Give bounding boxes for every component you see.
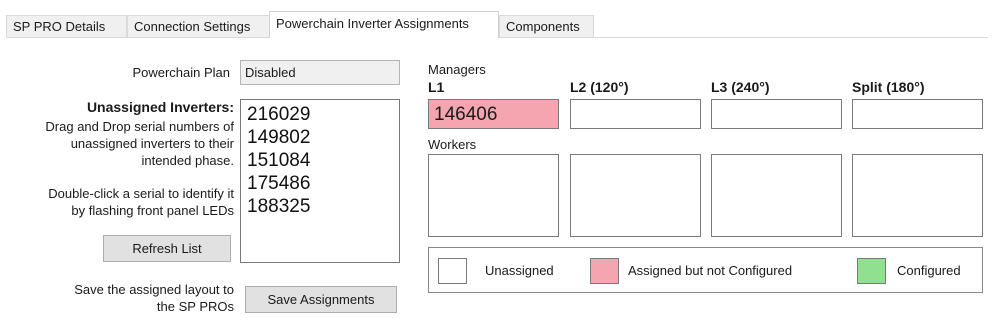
worker-slot-l2[interactable] — [570, 154, 701, 237]
legend-label-assigned-not-configured: Assigned but not Configured — [628, 263, 793, 278]
drag-drop-help-line-3: intended phase. — [141, 153, 234, 168]
manager-slot-split[interactable] — [852, 99, 983, 129]
tab-sp-pro-details[interactable]: SP PRO Details — [6, 15, 127, 37]
column-header-l3: L3 (240°) — [711, 79, 770, 95]
unassigned-inverters-title: Unassigned Inverters: — [86, 99, 234, 115]
list-item[interactable]: 216029 — [247, 104, 310, 126]
manager-slot-l3[interactable] — [711, 99, 842, 129]
worker-slot-l1[interactable] — [428, 154, 559, 237]
refresh-list-button[interactable]: Refresh List — [103, 235, 231, 262]
column-header-split: Split (180°) — [852, 79, 925, 95]
legend-label-configured: Configured — [897, 263, 961, 278]
list-item[interactable]: 149802 — [247, 127, 310, 149]
powerchain-plan-value: Disabled — [245, 65, 296, 80]
worker-slot-l3[interactable] — [711, 154, 842, 237]
manager-slot-l1[interactable]: 146406 — [428, 99, 559, 129]
identify-help-line-2: by flashing front panel LEDs — [71, 203, 234, 218]
manager-slot-l2[interactable] — [570, 99, 701, 129]
worker-slot-split[interactable] — [852, 154, 983, 237]
legend-swatch-configured — [857, 258, 886, 284]
save-assignments-button[interactable]: Save Assignments — [245, 286, 397, 313]
status-legend: Unassigned Assigned but not Configured C… — [428, 247, 983, 293]
tab-strip: SP PRO Details Connection Settings Power… — [6, 0, 988, 42]
unassigned-serials-list[interactable]: 216029 149802 151084 175486 188325 — [240, 99, 400, 263]
powerchain-plan-label: Powerchain Plan — [132, 65, 230, 80]
manager-serial-l1[interactable]: 146406 — [434, 104, 497, 126]
list-item[interactable]: 175486 — [247, 173, 310, 195]
workers-label: Workers — [428, 137, 477, 152]
save-help-line-1: Save the assigned layout to — [74, 282, 234, 297]
column-header-l1: L1 — [428, 79, 445, 95]
legend-swatch-assigned-not-configured — [590, 258, 619, 284]
drag-drop-help-line-1: Drag and Drop serial numbers of — [45, 119, 234, 134]
tab-powerchain-inverter-assignments[interactable]: Powerchain Inverter Assignments — [269, 11, 499, 38]
identify-help-line-1: Double-click a serial to identify it — [48, 186, 234, 201]
list-item[interactable]: 151084 — [247, 150, 310, 172]
tab-connection-settings[interactable]: Connection Settings — [127, 15, 270, 37]
legend-swatch-unassigned — [438, 258, 467, 284]
save-help-line-2: the SP PROs — [156, 299, 234, 314]
legend-label-unassigned: Unassigned — [485, 263, 554, 278]
powerchain-plan-field: Disabled — [240, 60, 400, 85]
tab-components[interactable]: Components — [499, 15, 594, 37]
drag-drop-help-line-2: unassigned inverters to their — [70, 136, 234, 151]
column-header-l2: L2 (120°) — [570, 79, 629, 95]
list-item[interactable]: 188325 — [247, 196, 310, 218]
managers-label: Managers — [428, 62, 486, 77]
